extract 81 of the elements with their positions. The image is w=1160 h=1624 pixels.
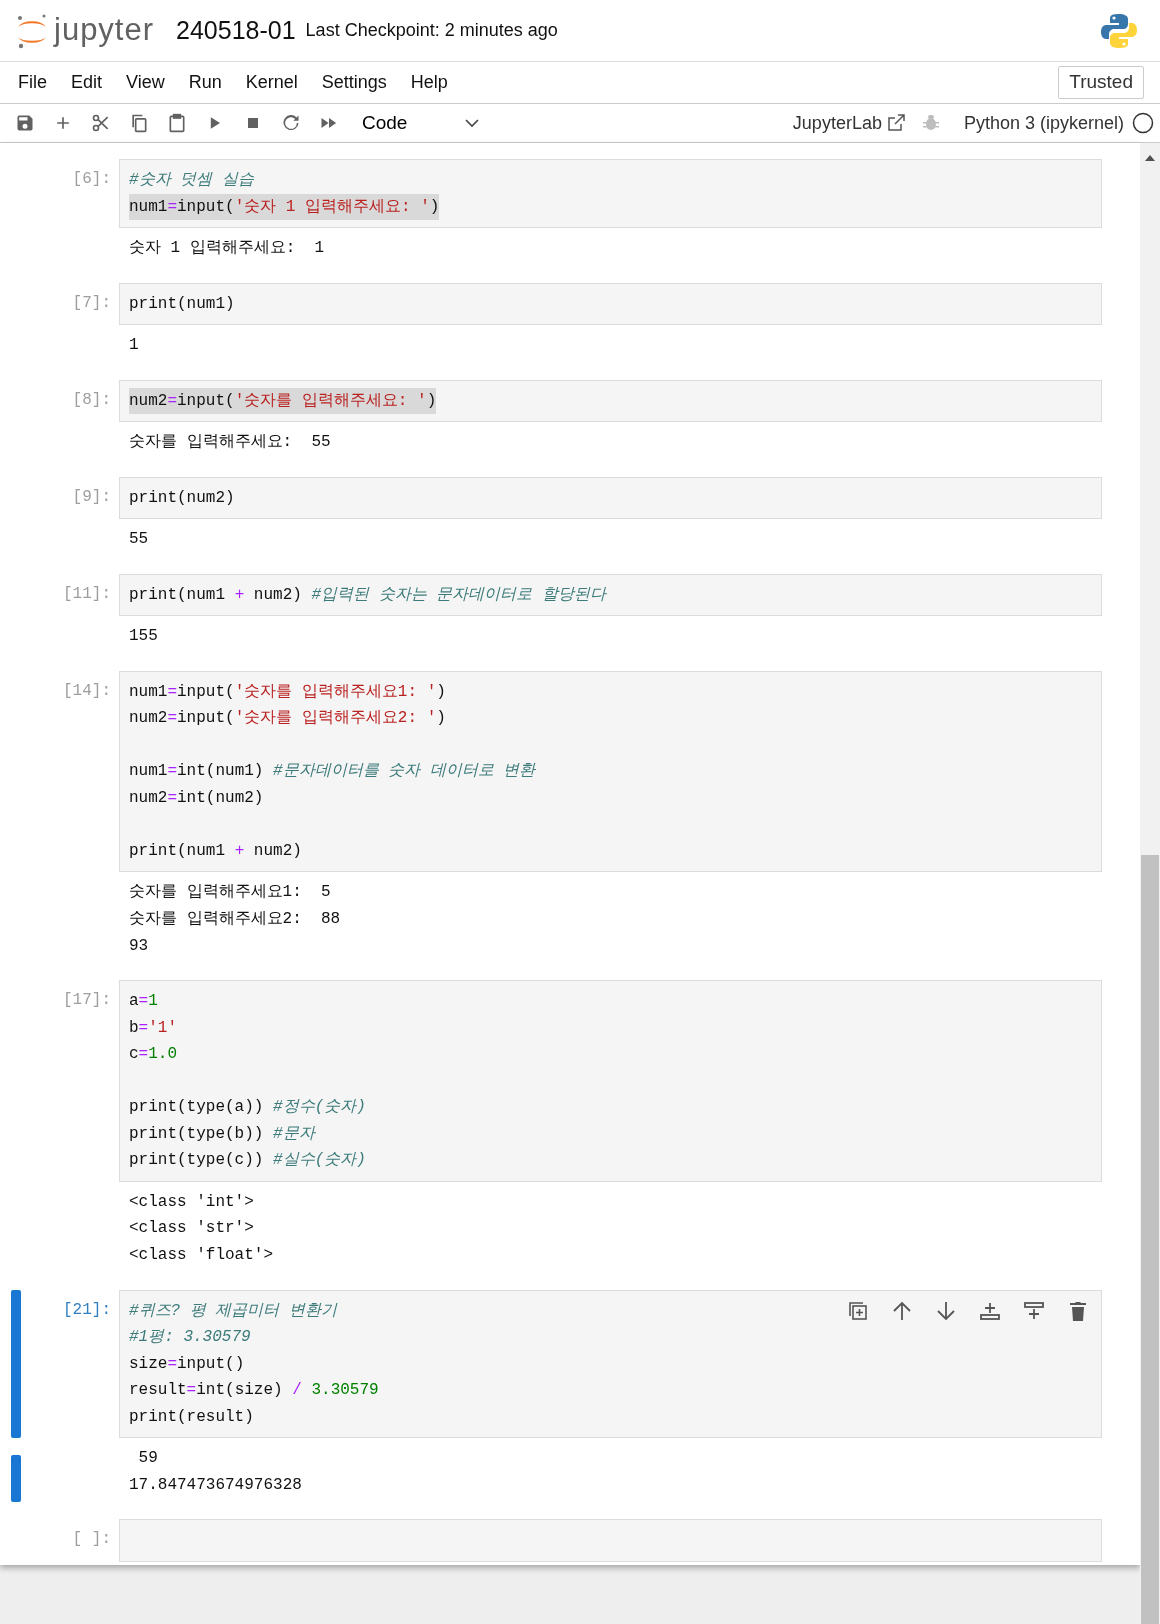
output-line: <class 'str'> [129, 1218, 254, 1240]
kernel-name[interactable]: Python 3 (ipykernel) [963, 109, 1124, 137]
output-line: 1 [129, 335, 139, 357]
code-line: a=1 [129, 991, 158, 1013]
cell-prompt: [6]: [72, 170, 111, 188]
code-line: print(num1) [129, 293, 235, 315]
code-cell[interactable] [119, 1519, 1102, 1562]
cell-prompt: [11]: [63, 584, 111, 603]
code-line: print(num1 + num2) #입력된 숫자는 문자데이터로 할당된다 [129, 584, 606, 606]
code-line: print(num1 + num2) [129, 840, 302, 862]
code-cell[interactable]: print(num1) [119, 282, 1102, 326]
code-cell[interactable]: num2=input('숫자를 입력해주세요: ') [119, 379, 1102, 423]
code-line: size=input() [129, 1353, 245, 1375]
save-icon [15, 113, 35, 133]
cell-type-dropdown[interactable]: Code [356, 108, 486, 138]
arrow-up-icon [891, 1299, 913, 1322]
menu-item[interactable]: Run [176, 69, 234, 96]
code-cell[interactable]: #퀴즈? 평 제곱미터 변환기 #1평: 3.30579 size=input() result=int(size) / 3.30579 print(result) [119, 1289, 1102, 1439]
output-line: 17.847473674976328 [129, 1474, 302, 1496]
python-logo-icon [1100, 11, 1138, 50]
menu-item[interactable]: File [6, 69, 59, 96]
code-line: print(type(b)) #문자 [129, 1123, 315, 1145]
trash-icon [1068, 1299, 1088, 1322]
output-line: 숫자를 입력해주세요1: 5 [129, 882, 331, 904]
code-line: num1=int(num1) #문자데이터를 숫자 데이터로 변환 [129, 761, 536, 783]
notebook-title[interactable]: 240518-01 [176, 11, 296, 50]
code-line: #숫자 덧셈 실습 [129, 170, 254, 191]
cell-prompt: [ ]: [72, 1530, 111, 1549]
output-line: 93 [129, 935, 149, 957]
menu-item[interactable]: Edit [59, 69, 115, 96]
menu-item[interactable]: Help [398, 69, 460, 96]
paste-icon [167, 113, 187, 133]
menu-item[interactable]: Settings [309, 69, 399, 96]
trusted-indicator[interactable]: Trusted [1058, 66, 1144, 99]
code-cell[interactable]: #숫자 덧셈 실습 num1=input('숫자 1 입력해주세요: ') [119, 159, 1102, 228]
code-line: print(type(a)) #정수(숫자) [129, 1097, 366, 1119]
cell-prompt: [7]: [72, 293, 111, 312]
cell-prompt: [14]: [63, 681, 111, 700]
code-line: num1=input('숫자를 입력해주세요1: ') [129, 681, 446, 703]
output-line: 숫자 1 입력해주세요: 1 [129, 238, 325, 259]
code-line: print(result) [129, 1406, 254, 1428]
code-cell[interactable]: print(num1 + num2) #입력된 숫자는 문자데이터로 할당된다 [119, 573, 1102, 617]
cell-prompt: [17]: [63, 991, 111, 1010]
cell-collapser[interactable] [11, 1289, 21, 1439]
output-line: 155 [129, 626, 158, 648]
restart-icon [281, 113, 301, 133]
output-line: <class 'int'> [129, 1191, 254, 1213]
output-line: 숫자를 입력해주세요: 55 [129, 432, 331, 454]
code-line: num2=int(num2) [129, 787, 264, 809]
kernel-status-icon [1132, 112, 1154, 134]
output-line: 숫자를 입력해주세요2: 88 [129, 909, 341, 931]
output-line: 55 [129, 529, 149, 551]
code-line: print(type(c)) #실수(숫자) [129, 1150, 366, 1172]
code-line: result=int(size) / 3.30579 [129, 1380, 379, 1402]
cell-prompt: [8]: [72, 390, 111, 409]
code-cell[interactable]: print(num2) [119, 476, 1102, 520]
output-line: <class 'float'> [129, 1244, 274, 1266]
insert-below-icon [1023, 1299, 1045, 1322]
code-line: num2=input('숫자를 입력해주세요2: ') [129, 708, 446, 730]
bug-icon [921, 114, 940, 132]
output-collapser[interactable] [11, 1455, 21, 1503]
code-line: c=1.0 [129, 1044, 178, 1066]
external-link-icon [885, 113, 906, 133]
cut-icon [91, 113, 111, 133]
menu-item[interactable]: Kernel [233, 69, 310, 96]
code-line: #퀴즈? 평 제곱미터 변환기 [129, 1300, 337, 1322]
jupyterlab-link[interactable]: JupyterLab [792, 109, 882, 137]
code-cell[interactable]: a=1 b='1' c=1.0 print(type(a)) #정수(숫자) print(type(b)) #문자 print(type(c)) #실수(숫자) [119, 980, 1102, 1182]
output-line: 59 [137, 1448, 158, 1470]
checkpoint-status: Last Checkpoint: 2 minutes ago [305, 19, 558, 42]
menu-item[interactable]: View [114, 69, 177, 96]
cell-prompt: [21]: [63, 1300, 111, 1319]
logo-text: jupyter [54, 11, 155, 50]
arrow-down-icon [935, 1299, 957, 1322]
duplicate-icon [847, 1299, 869, 1322]
code-line: #1평: 3.30579 [129, 1327, 251, 1349]
copy-icon [129, 113, 149, 133]
cell-prompt: [9]: [72, 487, 111, 506]
code-cell[interactable]: num1=input('숫자를 입력해주세요1: ') num2=input('숫자를 입력해주세요2: ') num1=int(num1) #문자데이터를 숫자 데이터로 변환 num2=int(num2) print(num1 + num2) [119, 670, 1102, 873]
code-line: print(num2) [129, 487, 235, 509]
code-line: b='1' [129, 1017, 178, 1039]
